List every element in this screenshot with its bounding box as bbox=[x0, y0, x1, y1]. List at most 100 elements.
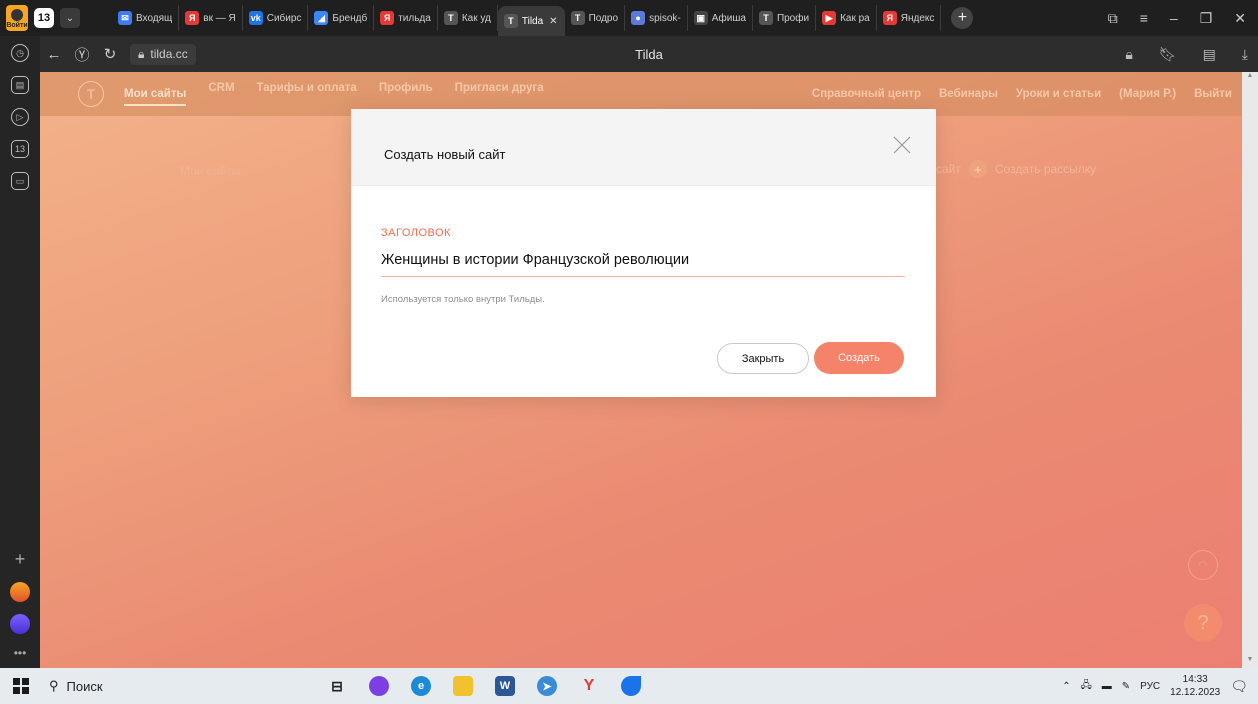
title-input[interactable] bbox=[381, 244, 905, 277]
task-view-icon[interactable]: ⊟ bbox=[327, 676, 347, 696]
url-text: tilda.cc bbox=[150, 47, 188, 61]
browser-tab[interactable]: T Профи bbox=[753, 5, 817, 31]
browser-tab[interactable]: ▶ Как ра bbox=[816, 5, 877, 31]
more-icon[interactable]: ••• bbox=[14, 646, 27, 660]
brand-app-icon[interactable] bbox=[621, 676, 641, 696]
tab-label: тильда bbox=[398, 12, 431, 24]
browser-tab[interactable]: T Tilda ✕ bbox=[497, 6, 565, 36]
tab-label: вк — Я bbox=[203, 12, 236, 24]
messenger-icon[interactable]: ▭ bbox=[11, 172, 29, 190]
tilda-nav-item[interactable]: Тарифы и оплата bbox=[257, 82, 357, 106]
clock[interactable]: 14:33 12.12.2023 bbox=[1170, 673, 1220, 699]
browser-tab[interactable]: T Как уд bbox=[438, 5, 498, 31]
tilda-nav-right-item[interactable]: Вебинары bbox=[939, 88, 998, 100]
new-tab-button[interactable]: + bbox=[951, 7, 974, 29]
network-icon[interactable]: 🖧︎ bbox=[1081, 678, 1092, 695]
word-icon[interactable]: W bbox=[495, 676, 515, 696]
bookmark-icon[interactable]: 🔖︎ bbox=[1159, 46, 1177, 63]
browser-tab[interactable]: vk Сибирс bbox=[243, 5, 309, 31]
browser-tab[interactable]: T Подро bbox=[565, 5, 626, 31]
tab-label: Брендб bbox=[332, 12, 368, 24]
minimize-button[interactable]: – bbox=[1170, 10, 1178, 26]
history-icon[interactable]: ◷ bbox=[11, 44, 29, 62]
tilda-nav-right-item[interactable]: Уроки и статьи bbox=[1016, 88, 1101, 100]
pen-icon[interactable]: ✎ bbox=[1122, 681, 1130, 692]
restore-button[interactable]: ❐ bbox=[1200, 10, 1213, 27]
tab-label: Как уд bbox=[461, 12, 491, 24]
tabs-dropdown-button[interactable]: ⌄ bbox=[60, 8, 80, 28]
tab-favicon-icon: ▣ bbox=[693, 11, 708, 25]
scroll-up-icon[interactable]: ▲ bbox=[1242, 72, 1258, 84]
notifications-icon[interactable]: 🗨︎ bbox=[1230, 678, 1248, 695]
tab-favicon-icon: Я bbox=[380, 11, 395, 25]
browser-tab[interactable]: ◢ Брендб bbox=[308, 5, 375, 31]
alice-app-icon[interactable] bbox=[369, 676, 389, 696]
add-panel-icon[interactable]: + bbox=[15, 549, 26, 570]
browser-tab[interactable]: Я Яндекс bbox=[877, 5, 942, 31]
reload-button[interactable]: ↻ bbox=[96, 45, 124, 63]
close-window-button[interactable]: ✕ bbox=[1234, 10, 1246, 27]
modal-title: Создать новый сайт bbox=[384, 147, 506, 162]
tab-favicon-icon: ◢ bbox=[314, 11, 329, 25]
taskbar-search[interactable]: ⚲ Поиск bbox=[49, 668, 289, 704]
browser-tab[interactable]: ▣ Афиша bbox=[688, 5, 753, 31]
yandex-browser-icon[interactable]: Y bbox=[579, 676, 599, 696]
login-button[interactable]: Войти bbox=[6, 5, 28, 31]
tab-close-icon[interactable]: ✕ bbox=[549, 16, 557, 27]
back-button[interactable]: ← bbox=[40, 46, 68, 63]
tilda-nav-item[interactable]: CRM bbox=[208, 82, 234, 106]
help-button[interactable]: ? bbox=[1184, 604, 1222, 642]
clock-date: 12.12.2023 bbox=[1170, 687, 1221, 698]
edge-icon[interactable]: e bbox=[411, 676, 431, 696]
tab-label: Входящ bbox=[136, 12, 173, 24]
collections-icon[interactable]: ⧉ bbox=[1108, 10, 1118, 27]
close-icon[interactable] bbox=[892, 135, 912, 155]
calendar-icon[interactable]: 13 bbox=[11, 140, 29, 158]
lock-icon: 🔒︎ bbox=[138, 46, 145, 61]
tab-count-badge[interactable]: 13 bbox=[34, 8, 54, 28]
tray-chevron-icon[interactable]: ⌃ bbox=[1062, 681, 1070, 692]
chat-icon[interactable]: ◠ bbox=[1188, 550, 1218, 580]
close-button[interactable]: Закрыть bbox=[717, 343, 809, 374]
battery-icon[interactable]: ▬ bbox=[1102, 681, 1112, 692]
browser-tab-strip: Войти 13 ⌄ ✉ Входящ Явк — Яvk Сибирс ◢ Брендб… bbox=[0, 0, 1258, 36]
tab-label: Яндекс bbox=[900, 12, 935, 24]
tab-favicon-icon: ✉ bbox=[118, 11, 132, 25]
tab-label: Афиша bbox=[711, 12, 746, 24]
start-button[interactable] bbox=[13, 678, 29, 694]
tilda-logo-icon[interactable]: T bbox=[78, 81, 104, 107]
tilda-nav-item[interactable]: Мои сайты bbox=[124, 88, 187, 106]
browser-tab[interactable]: ✉ Входящ bbox=[112, 5, 180, 31]
tilda-nav-item[interactable]: Профиль bbox=[379, 82, 433, 106]
language-indicator[interactable]: РУС bbox=[1140, 681, 1160, 692]
browser-tab[interactable]: ● spisok- bbox=[625, 5, 688, 31]
zen-icon[interactable] bbox=[10, 582, 30, 602]
protect-icon[interactable]: 🔒︎ bbox=[1125, 46, 1132, 63]
menu-icon[interactable]: ≡ bbox=[1140, 10, 1148, 26]
downloads-icon[interactable]: ⤓ bbox=[1242, 46, 1248, 63]
browser-tab[interactable]: Явк — Я bbox=[179, 5, 243, 31]
video-icon[interactable]: ▷ bbox=[11, 108, 29, 126]
create-mailing-link[interactable]: Создать рассылку bbox=[995, 162, 1096, 176]
file-explorer-icon[interactable] bbox=[453, 676, 473, 696]
collections-panel-icon[interactable]: ▤ bbox=[11, 76, 29, 94]
create-site-link[interactable]: сайт bbox=[936, 162, 961, 176]
tab-label: Tilda bbox=[521, 15, 544, 27]
browser-tab[interactable]: Ятильда bbox=[374, 5, 438, 31]
tab-label: Как ра bbox=[840, 12, 870, 24]
telegram-icon[interactable]: ➤ bbox=[537, 676, 557, 696]
account-icon bbox=[11, 9, 23, 21]
reader-icon[interactable]: ▤ bbox=[1203, 46, 1216, 63]
url-field[interactable]: 🔒︎ tilda.cc bbox=[130, 43, 196, 65]
tilda-nav-right-item[interactable]: Выйти bbox=[1194, 88, 1232, 100]
alice-icon[interactable] bbox=[10, 614, 30, 634]
tab-favicon-icon: ● bbox=[631, 11, 646, 25]
scroll-down-icon[interactable]: ▼ bbox=[1242, 656, 1258, 668]
create-button[interactable]: Создать bbox=[814, 342, 904, 374]
login-label: Войти bbox=[6, 22, 28, 29]
yandex-home-icon[interactable]: Ⓨ bbox=[68, 44, 96, 65]
tilda-nav-item[interactable]: Пригласи друга bbox=[455, 82, 544, 106]
tilda-nav-right-item[interactable]: Справочный центр bbox=[812, 88, 921, 100]
tilda-nav-right-item[interactable]: (Мария Р.) bbox=[1119, 88, 1176, 100]
page-scrollbar[interactable]: ▲ ▼ bbox=[1242, 72, 1258, 668]
